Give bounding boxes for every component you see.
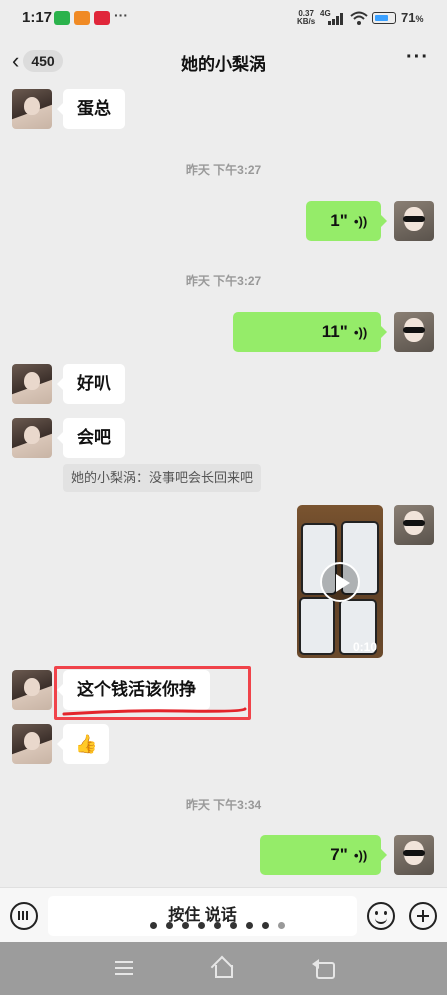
page-dot [166,922,173,929]
page-dot [230,922,237,929]
red-underline-annotation [62,707,247,716]
my-avatar[interactable] [394,505,434,545]
page-dot [278,922,285,929]
battery-icon [372,12,396,24]
my-avatar[interactable] [394,312,434,352]
contact-avatar[interactable] [12,670,52,710]
contact-avatar[interactable] [12,418,52,458]
app-notification-icon [94,11,110,25]
contact-avatar[interactable] [12,364,52,404]
voice-wave-icon: ((• [353,324,367,340]
page-dot [198,922,205,929]
emoji-message-received[interactable]: 👍 [56,724,110,764]
status-bar: 1:17 ··· 0.37 KB/s 4G 71% [0,0,447,36]
contact-avatar[interactable] [12,89,52,129]
chat-title: 她的小梨涡 [181,55,266,74]
voice-message-sent[interactable]: 1" ((• [306,201,387,241]
page-dot [214,922,221,929]
wechat-notification-icon [54,11,70,25]
battery-fill [375,15,388,21]
voice-wave-icon: ((• [353,213,367,229]
plus-icon[interactable] [409,902,437,930]
page-dot [150,922,157,929]
video-message-sent[interactable]: 0:10 [297,505,383,658]
video-duration: 0:10 [352,640,377,654]
battery-percent: 71% [401,10,424,25]
video-thumbnail-phone [299,597,335,655]
more-options-icon[interactable]: ··· [406,46,429,69]
my-avatar[interactable] [394,835,434,875]
page-indicator [150,922,285,929]
play-icon[interactable] [320,562,360,602]
signal-icon [328,13,344,25]
egg-app-notification-icon [74,11,90,25]
network-speed: 0.37 KB/s [297,10,315,26]
voice-duration: 7" [330,845,348,864]
voice-duration: 1" [330,211,348,230]
message-bubble-received[interactable]: 好叭 [57,364,125,404]
voice-message-sent[interactable]: 7" ((• [260,835,387,875]
menu-icon[interactable] [113,958,135,978]
page-dot [182,922,189,929]
network-speed-unit: KB/s [297,17,316,26]
message-bubble-received[interactable]: 蛋总 [57,89,125,129]
page-dot [246,922,253,929]
message-timestamp: 昨天 下午3:27 [185,163,262,177]
system-nav-bar [0,942,447,995]
home-icon[interactable] [212,958,234,978]
wifi-icon [350,11,368,25]
voice-message-sent[interactable]: 11" ((• [233,312,387,352]
my-avatar[interactable] [394,201,434,241]
back-icon[interactable] [312,958,335,979]
status-time: 1:17 [22,9,53,26]
voice-duration: 11" [321,322,348,341]
chat-header: ‹ 450 她的小梨涡 ··· [0,36,447,86]
message-bubble-received[interactable]: 会吧 [57,418,125,458]
contact-avatar[interactable] [12,724,52,764]
page-dot [262,922,269,929]
hold-to-talk-button[interactable]: 按住 说话 [48,896,357,936]
emoji-icon[interactable] [367,902,395,930]
keyboard-icon[interactable] [10,902,38,930]
message-timestamp: 昨天 下午3:34 [185,798,262,812]
input-bar: 按住 说话 [0,887,447,942]
status-more-icon: ··· [114,7,128,23]
quoted-message[interactable]: 她的小梨涡：没事吧会长回来吧 [63,464,262,492]
message-bubble-received[interactable]: 这个钱活该你挣 [57,670,210,710]
message-timestamp: 昨天 下午3:27 [185,274,262,288]
voice-wave-icon: ((• [353,847,367,863]
